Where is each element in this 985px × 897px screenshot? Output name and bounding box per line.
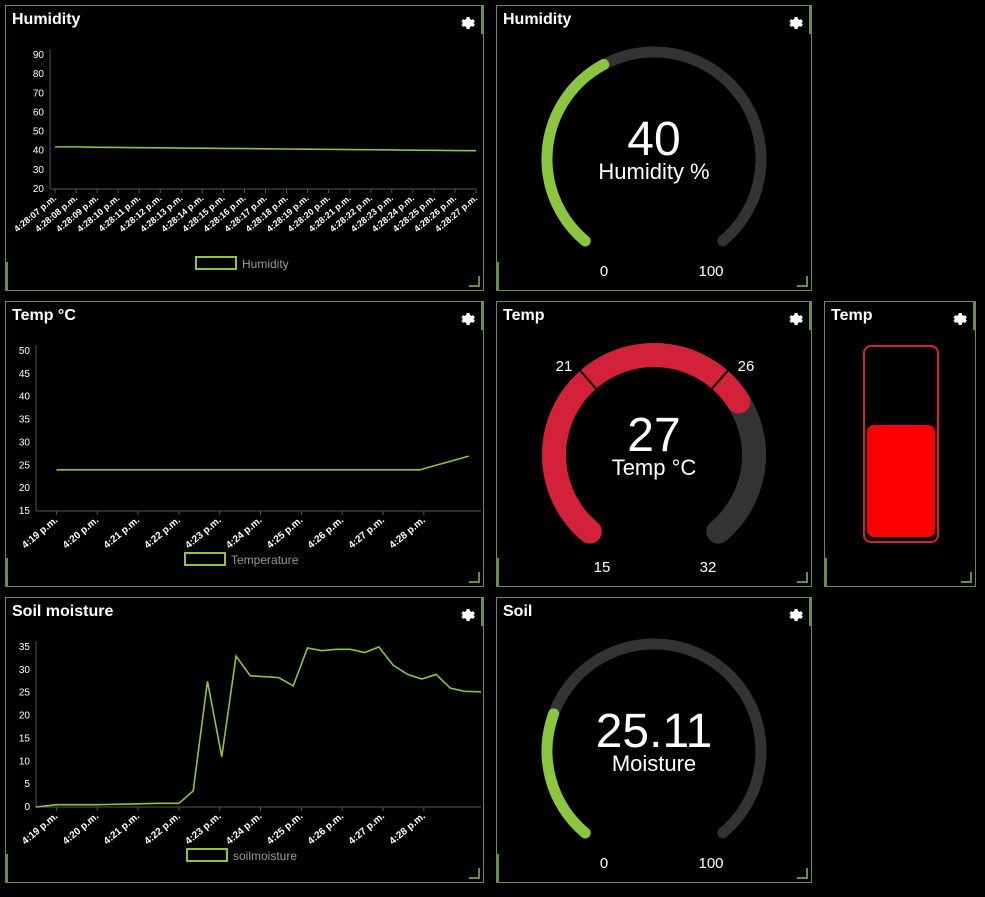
x-tick-label: 4:22 p.m.	[143, 811, 183, 847]
y-tick-label: 30	[19, 665, 31, 676]
gauge-unit: Temp °C	[611, 455, 697, 480]
x-tick-label: 4:19 p.m.	[20, 811, 60, 847]
y-tick-label: 10	[19, 756, 31, 767]
y-tick-label: 30	[33, 165, 45, 176]
x-tick-label: 4:25 p.m.	[265, 811, 305, 847]
x-tick-label: 4:23 p.m.	[183, 515, 223, 551]
panel-title: Temp	[831, 307, 873, 324]
gauge-min-label: 0	[599, 263, 609, 280]
series-line	[56, 455, 469, 471]
resize-handle[interactable]	[797, 572, 808, 583]
x-tick-label: 4:22 p.m.	[143, 515, 183, 551]
y-tick-label: 30	[19, 437, 31, 448]
x-tick-label: 4:26 p.m.	[306, 515, 346, 551]
gauge-threshold-label: 21	[555, 358, 573, 375]
panel-corner	[6, 854, 8, 882]
y-tick-label: 5	[24, 779, 30, 790]
panel-corner	[6, 558, 8, 586]
resize-handle[interactable]	[469, 572, 480, 583]
x-tick-label: 4:27 p.m.	[347, 811, 387, 847]
soil-gauge-panel: Soil 25.11 Moisture 0 100	[496, 597, 812, 883]
x-tick-label: 4:20 p.m.	[61, 811, 101, 847]
gauge-threshold-label: 26	[737, 358, 755, 375]
temp-gauge-panel: Temp 21 26 27 Temp °C 15 32	[496, 301, 812, 587]
legend-swatch	[186, 848, 228, 862]
panel-corner	[481, 598, 483, 626]
gauge-max-label: 100	[698, 263, 724, 280]
x-tick-label: 4:20 p.m.	[61, 515, 101, 551]
panel-corner	[497, 262, 499, 290]
x-tick-label: 4:27 p.m.	[347, 515, 387, 551]
panel-corner	[809, 598, 811, 626]
temperature-line-chart: 15 20 25 30 35 40 45 50 4:19 p.m. 4:20 p.m. 4:21 p…	[19, 345, 481, 567]
y-tick-label: 40	[19, 392, 31, 403]
legend-swatch	[195, 256, 237, 270]
panel-corner	[825, 558, 827, 586]
humidity-line-chart: 20304050607080904:28:07 p.m.4:28:08 p.m.…	[12, 49, 479, 271]
x-tick-label: 4:28 p.m.	[387, 811, 427, 847]
legend-label: soilmoisture	[233, 849, 297, 863]
x-tick-label: 4:25 p.m.	[265, 515, 305, 551]
y-tick-label: 80	[33, 69, 45, 80]
x-tick-label: 4:24 p.m.	[224, 811, 264, 847]
resize-handle[interactable]	[797, 276, 808, 287]
y-tick-label: 70	[33, 88, 45, 99]
gauge-max-label: 32	[699, 559, 717, 576]
x-tick-label: 4:28 p.m.	[387, 515, 427, 551]
resize-handle[interactable]	[469, 276, 480, 287]
y-tick-label: 25	[19, 460, 31, 471]
legend-label: Humidity	[242, 257, 289, 271]
panel-corner	[973, 302, 975, 330]
x-tick-label: 4:24 p.m.	[224, 515, 264, 551]
gauge-min-label: 15	[593, 559, 611, 576]
gear-icon[interactable]	[951, 310, 969, 328]
panel-corner	[809, 302, 811, 330]
y-tick-label: 20	[19, 711, 31, 722]
y-tick-label: 50	[33, 127, 45, 138]
panel-corner	[497, 854, 499, 882]
y-tick-label: 15	[19, 506, 31, 517]
legend-label: Temperature	[231, 553, 299, 567]
tank-fill	[867, 425, 935, 537]
y-tick-label: 0	[24, 802, 30, 813]
panel-corner	[481, 302, 483, 330]
y-tick-label: 35	[19, 642, 31, 653]
resize-handle[interactable]	[469, 868, 480, 879]
y-tick-label: 40	[33, 146, 45, 157]
panel-corner	[6, 262, 8, 290]
y-tick-label: 90	[33, 50, 45, 61]
temp-tank-panel: Temp	[824, 301, 976, 587]
y-tick-label: 20	[19, 483, 31, 494]
panel-corner	[809, 6, 811, 34]
y-tick-label: 50	[19, 346, 31, 357]
gauge-unit: Moisture	[611, 751, 697, 776]
x-tick-label: 4:19 p.m.	[20, 515, 60, 551]
panel-corner	[497, 558, 499, 586]
y-tick-label: 20	[33, 184, 45, 195]
temp-chart-panel: Temp °C 15 20 25 30 35 40 45 50 4:19 p.m. 4:20 p.…	[5, 301, 484, 587]
x-tick-label: 4:26 p.m.	[306, 811, 346, 847]
x-tick-label: 4:23 p.m.	[183, 811, 223, 847]
resize-handle[interactable]	[797, 868, 808, 879]
y-tick-label: 15	[19, 733, 31, 744]
soilmoisture-line-chart: 0 5 10 15 20 25 30 35 4:19 p.m. 4:20 p.m. 4:21 p.m…	[19, 641, 482, 863]
humidity-gauge-panel: Humidity 40 Humidity % 0 100	[496, 5, 812, 291]
series-line	[35, 646, 482, 808]
y-tick-label: 60	[33, 107, 45, 118]
y-tick-label: 35	[19, 415, 31, 426]
y-tick-label: 45	[19, 369, 31, 380]
y-tick-label: 25	[19, 688, 31, 699]
gauge-unit: Humidity %	[598, 159, 710, 184]
x-tick-label: 4:21 p.m.	[102, 515, 142, 551]
gauge-min-label: 0	[599, 855, 609, 872]
soil-chart-panel: Soil moisture 0 5 10 15 20 25 30 35 4:19 p.m. 4:2…	[5, 597, 484, 883]
panel-corner	[481, 6, 483, 34]
gauge-max-label: 100	[698, 855, 724, 872]
legend-swatch	[184, 552, 226, 566]
humidity-chart-panel: Humidity 20 30 40 50 60 70 80 90 4:28:07 p.m. 4:2…	[5, 5, 484, 291]
resize-handle[interactable]	[961, 572, 972, 583]
series-line	[55, 146, 477, 152]
x-tick-label: 4:21 p.m.	[102, 811, 142, 847]
